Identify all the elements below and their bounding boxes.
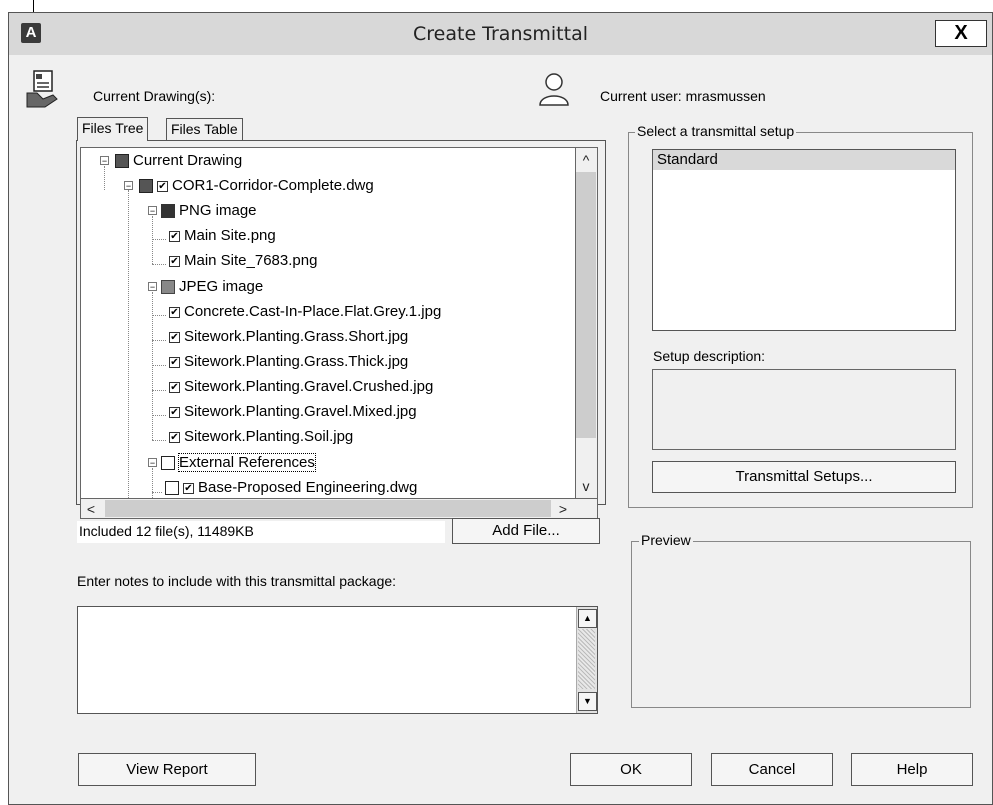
include-checkbox[interactable]: ✔ <box>169 381 180 393</box>
scroll-thumb[interactable] <box>105 500 551 517</box>
title-bar[interactable]: A Create Transmittal X <box>9 13 992 55</box>
preview-group <box>631 541 971 708</box>
tree-node-jpeg-file[interactable]: ✔ Sitework.Planting.Grass.Thick.jpg <box>169 352 408 372</box>
close-button[interactable]: X <box>935 20 987 47</box>
transmittal-setup-group-title: Select a transmittal setup <box>635 123 797 139</box>
scroll-right-arrow-icon[interactable]: > <box>553 499 573 519</box>
png-image-icon <box>161 204 175 219</box>
tree-node-label: Sitework.Planting.Gravel.Mixed.jpg <box>184 403 417 420</box>
help-button[interactable]: Help <box>851 753 973 786</box>
xref-icon <box>165 481 179 496</box>
view-report-button[interactable]: View Report <box>78 753 256 786</box>
file-count-text: Included 12 file(s), 11489KB <box>79 523 254 539</box>
notes-label: Enter notes to include with this transmi… <box>77 573 397 589</box>
files-tree-view[interactable]: − Current Drawing − ✔ COR1-Corridor-Compl… <box>80 147 576 499</box>
setup-description-label: Setup description: <box>653 348 766 364</box>
tree-node-label: Base-Proposed Engineering.dwg <box>198 479 418 496</box>
dialog-title: Create Transmittal <box>413 23 588 45</box>
current-user-label: Current user: mrasmussen <box>600 88 766 104</box>
current-drawings-label: Current Drawing(s): <box>93 88 216 104</box>
tree-node-jpeg-file[interactable]: ✔ Sitework.Planting.Gravel.Mixed.jpg <box>169 402 417 422</box>
tree-node-label: Sitework.Planting.Soil.jpg <box>184 428 354 445</box>
tree-node-label: External References <box>178 453 316 472</box>
tab-files-tree[interactable]: Files Tree <box>77 117 149 141</box>
setup-list-item-standard[interactable]: Standard <box>653 150 955 170</box>
tree-node-label: Sitework.Planting.Grass.Thick.jpg <box>184 353 409 370</box>
tree-node-label: Concrete.Cast-In-Place.Flat.Grey.1.jpg <box>184 303 442 320</box>
scroll-up-arrow-icon[interactable]: ^ <box>576 150 596 170</box>
include-checkbox[interactable]: ✔ <box>169 230 180 242</box>
scroll-track[interactable] <box>578 629 595 689</box>
preview-group-title: Preview <box>639 532 693 548</box>
include-checkbox[interactable]: ✔ <box>169 431 180 443</box>
tree-node-current-drawing[interactable]: Current Drawing <box>115 151 242 171</box>
include-checkbox[interactable]: ✔ <box>157 180 168 192</box>
include-checkbox[interactable]: ✔ <box>183 482 194 494</box>
tree-node-jpeg-file[interactable]: ✔ Sitework.Planting.Soil.jpg <box>169 427 353 447</box>
tree-node-jpeg-group[interactable]: JPEG image <box>161 277 263 297</box>
scroll-left-arrow-icon[interactable]: < <box>81 499 101 519</box>
tree-node-label: Sitework.Planting.Grass.Short.jpg <box>184 328 409 345</box>
drawing-stack-icon <box>26 70 58 108</box>
setup-description-box <box>652 369 956 450</box>
collapse-toggle[interactable]: − <box>148 282 157 292</box>
tree-node-label: Main Site_7683.png <box>184 252 318 269</box>
scroll-thumb[interactable] <box>576 172 596 438</box>
xref-folder-icon <box>161 456 175 471</box>
include-checkbox[interactable]: ✔ <box>169 356 180 368</box>
notes-scrollbar[interactable]: ▲ ▼ <box>576 607 597 713</box>
collapse-toggle[interactable]: − <box>100 156 109 166</box>
jpeg-image-icon <box>161 280 175 295</box>
tree-node-png-group[interactable]: PNG image <box>161 201 257 221</box>
tree-node-label: PNG image <box>179 202 257 219</box>
tree-node-jpeg-file[interactable]: ✔ Sitework.Planting.Grass.Short.jpg <box>169 327 408 347</box>
tree-node-drawing-file[interactable]: ✔ COR1-Corridor-Complete.dwg <box>139 176 374 196</box>
tree-node-label: COR1-Corridor-Complete.dwg <box>172 177 374 194</box>
tree-vertical-scrollbar[interactable]: ^ v <box>576 147 598 499</box>
tree-node-xref-group[interactable]: External References <box>161 453 316 473</box>
create-transmittal-dialog: A Create Transmittal X Current Drawing(s… <box>8 12 993 805</box>
setup-list[interactable]: Standard <box>652 149 956 331</box>
include-checkbox[interactable]: ✔ <box>169 331 180 343</box>
tree-node-label: Sitework.Planting.Gravel.Crushed.jpg <box>184 378 434 395</box>
drawing-icon <box>115 154 129 169</box>
file-count-field: Included 12 file(s), 11489KB <box>77 521 445 543</box>
transmittal-setups-button[interactable]: Transmittal Setups... <box>652 461 956 493</box>
tree-node-png-file[interactable]: ✔ Main Site_7683.png <box>169 251 317 271</box>
notes-textarea[interactable]: ▲ ▼ <box>77 606 598 714</box>
user-icon <box>539 73 569 106</box>
tree-node-label: Current Drawing <box>133 152 243 169</box>
tree-node-xref-file[interactable]: ✔ Base-Proposed Engineering.dwg <box>165 478 417 498</box>
include-checkbox[interactable]: ✔ <box>169 406 180 418</box>
collapse-toggle[interactable]: − <box>124 181 133 191</box>
include-checkbox[interactable]: ✔ <box>169 306 180 318</box>
collapse-toggle[interactable]: − <box>148 458 157 468</box>
tree-node-png-file[interactable]: ✔ Main Site.png <box>169 226 276 246</box>
scroll-down-arrow-icon[interactable]: ▼ <box>578 692 597 711</box>
cancel-button[interactable]: Cancel <box>711 753 833 786</box>
tree-node-label: JPEG image <box>179 278 264 295</box>
scroll-down-arrow-icon[interactable]: v <box>576 476 596 496</box>
include-checkbox[interactable]: ✔ <box>169 255 180 267</box>
ok-button[interactable]: OK <box>570 753 692 786</box>
tree-horizontal-scrollbar[interactable]: < > <box>80 499 598 519</box>
tree-node-jpeg-file[interactable]: ✔ Sitework.Planting.Gravel.Crushed.jpg <box>169 377 433 397</box>
dwg-file-icon <box>139 179 153 194</box>
tab-files-table[interactable]: Files Table <box>166 118 243 140</box>
tree-node-label: Main Site.png <box>184 227 276 244</box>
tree-node-jpeg-file[interactable]: ✔ Concrete.Cast-In-Place.Flat.Grey.1.jpg <box>169 302 441 322</box>
scroll-up-arrow-icon[interactable]: ▲ <box>578 609 597 628</box>
collapse-toggle[interactable]: − <box>148 206 157 216</box>
add-file-button[interactable]: Add File... <box>452 518 600 544</box>
